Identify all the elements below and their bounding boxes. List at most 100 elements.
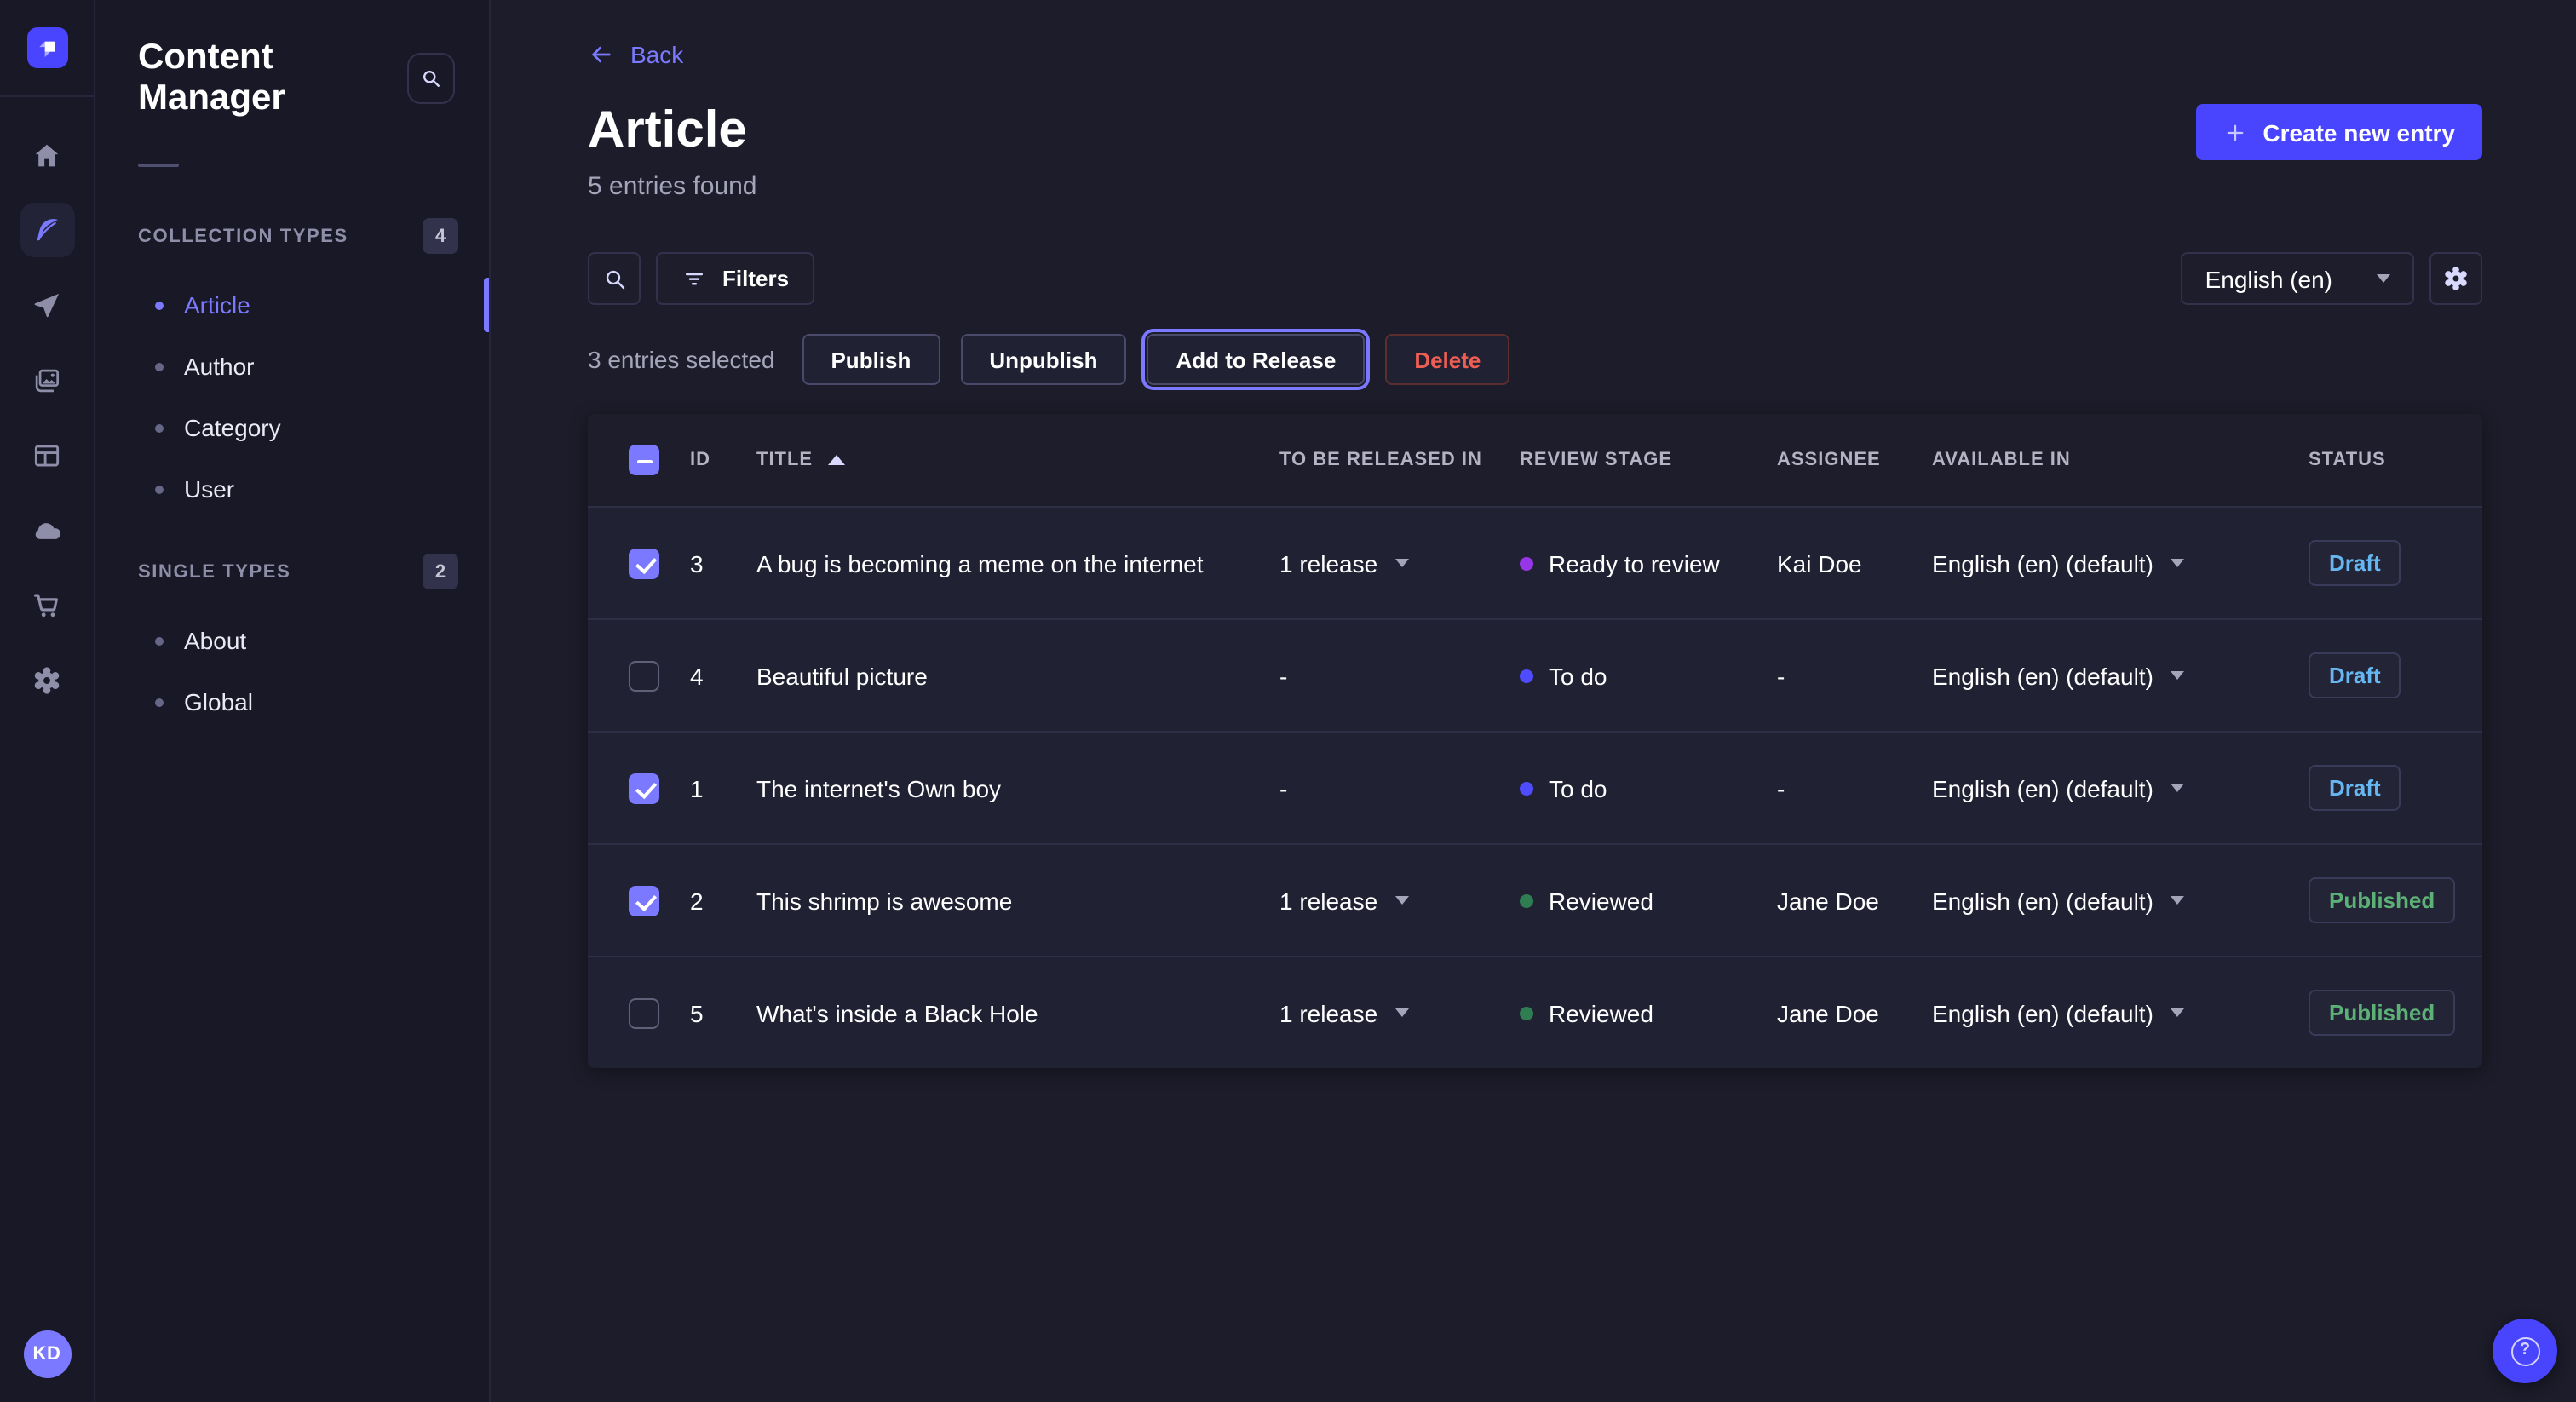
column-header-locale: AVAILABLE IN — [1932, 450, 2309, 470]
delete-button[interactable]: Delete — [1385, 334, 1509, 385]
unpublish-button[interactable]: Unpublish — [960, 334, 1126, 385]
feather-icon — [31, 214, 63, 246]
sidebar-item-label: User — [184, 475, 234, 503]
cell-title: Beautiful picture — [756, 662, 1279, 689]
create-entry-button[interactable]: Create new entry — [2196, 104, 2482, 160]
help-button[interactable]: ? — [2493, 1319, 2557, 1383]
rail-settings-button[interactable] — [20, 652, 74, 707]
chevron-down-icon — [1394, 559, 1408, 567]
cell-status: Draft — [2309, 765, 2482, 811]
row-checkbox[interactable] — [629, 997, 659, 1028]
sidebar-item-article[interactable]: Article — [95, 274, 489, 336]
sidebar-item-user[interactable]: User — [95, 458, 489, 520]
column-header-stage: REVIEW STAGE — [1520, 450, 1777, 470]
bullet-icon — [155, 301, 164, 309]
sidebar-section-label: SINGLE TYPES — [138, 561, 290, 582]
status-badge: Published — [2309, 877, 2455, 923]
strapi-logo[interactable] — [26, 27, 67, 68]
table-row[interactable]: 2This shrimp is awesome1 releaseReviewed… — [588, 843, 2482, 956]
chevron-down-icon — [2377, 274, 2390, 283]
sidebar-item-label: About — [184, 627, 246, 654]
sidebar-item-label: Category — [184, 414, 281, 441]
table-row[interactable]: 1The internet's Own boy-To do-English (e… — [588, 731, 2482, 843]
stage-dot-icon — [1520, 556, 1533, 570]
settings-button[interactable] — [2429, 252, 2482, 305]
content-manager-sidebar: Content Manager COLLECTION TYPES4Article… — [95, 0, 491, 1402]
rail-releases-button[interactable] — [20, 278, 74, 332]
locale-dropdown[interactable]: English (en) (default) — [1932, 887, 2309, 914]
stage-dot-icon — [1520, 1006, 1533, 1020]
sidebar-item-about[interactable]: About — [95, 610, 489, 671]
stage-dot-icon — [1520, 893, 1533, 907]
status-badge: Draft — [2309, 765, 2401, 811]
chevron-down-icon — [2171, 671, 2184, 680]
rail-media-library-button[interactable] — [20, 353, 74, 407]
release-dropdown[interactable]: 1 release — [1279, 549, 1520, 577]
cell-assignee: - — [1777, 774, 1932, 802]
sort-asc-icon — [828, 455, 845, 465]
send-icon — [31, 289, 63, 321]
bullet-icon — [155, 698, 164, 706]
cell-assignee: - — [1777, 662, 1932, 689]
cell-status: Draft — [2309, 540, 2482, 586]
row-checkbox[interactable] — [629, 773, 659, 803]
sidebar-item-label: Author — [184, 353, 255, 380]
bullet-icon — [155, 362, 164, 371]
entries-table: IDTITLETO BE RELEASED INREVIEW STAGEASSI… — [588, 414, 2482, 1068]
sidebar-section: SINGLE TYPES2AboutGlobal — [95, 543, 489, 733]
publish-button[interactable]: Publish — [802, 334, 940, 385]
status-badge: Published — [2309, 990, 2455, 1036]
status-badge: Draft — [2309, 652, 2401, 698]
rail-marketplace-button[interactable] — [20, 577, 74, 632]
row-checkbox[interactable] — [629, 660, 659, 691]
layout-icon — [31, 439, 63, 471]
locale-dropdown[interactable]: English (en) (default) — [1932, 999, 2309, 1026]
column-header-id[interactable]: ID — [690, 450, 756, 470]
cell-review-stage: To do — [1520, 662, 1777, 689]
rail-content-manager-button[interactable] — [20, 203, 74, 257]
locale-dropdown[interactable]: English (en) (default) — [1932, 549, 2309, 577]
rail-deploy-button[interactable] — [20, 503, 74, 557]
cell-review-stage: To do — [1520, 774, 1777, 802]
chevron-down-icon — [2171, 896, 2184, 905]
question-icon: ? — [2510, 1336, 2539, 1365]
locale-dropdown[interactable]: English (en) (default) — [1932, 662, 2309, 689]
sidebar-item-global[interactable]: Global — [95, 671, 489, 733]
plus-icon — [2223, 120, 2247, 144]
bullet-icon — [155, 423, 164, 432]
cell-id: 4 — [690, 662, 756, 689]
column-header-release: TO BE RELEASED IN — [1279, 450, 1520, 470]
rail-home-button[interactable] — [20, 128, 74, 182]
release-dropdown[interactable]: 1 release — [1279, 887, 1520, 914]
sidebar-section-label: COLLECTION TYPES — [138, 226, 348, 246]
row-checkbox[interactable] — [629, 548, 659, 578]
table-row[interactable]: 4Beautiful picture-To do-English (en) (d… — [588, 618, 2482, 731]
chevron-down-icon — [2171, 784, 2184, 792]
sidebar-section: COLLECTION TYPES 4 Article Author Category Us… — [95, 208, 489, 520]
cell-title: This shrimp is awesome — [756, 887, 1279, 914]
sidebar-search-button[interactable] — [407, 53, 455, 104]
sidebar-item-author[interactable]: Author — [95, 336, 489, 397]
table-row[interactable]: 5What's inside a Black Hole1 releaseRevi… — [588, 956, 2482, 1068]
row-checkbox[interactable] — [629, 885, 659, 916]
arrow-left-icon — [588, 41, 615, 68]
section-count-badge: 4 — [423, 218, 458, 254]
rail-content-type-builder-button[interactable] — [20, 428, 74, 482]
locale-dropdown[interactable]: English (en) (default) — [1932, 774, 2309, 802]
table-row[interactable]: 3A bug is becoming a meme on the interne… — [588, 506, 2482, 618]
column-header-title[interactable]: TITLE — [756, 450, 1279, 470]
search-button[interactable] — [588, 252, 641, 305]
back-link[interactable]: Back — [588, 41, 683, 68]
stage-dot-icon — [1520, 669, 1533, 682]
cell-id: 3 — [690, 549, 756, 577]
column-header-status: STATUS — [2309, 450, 2482, 470]
sidebar-item-label: Global — [184, 688, 253, 715]
sidebar-item-category[interactable]: Category — [95, 397, 489, 458]
cell-assignee: Jane Doe — [1777, 999, 1932, 1026]
user-avatar[interactable]: KD — [23, 1330, 71, 1378]
locale-select[interactable]: English (en) — [2182, 252, 2414, 305]
release-dropdown[interactable]: 1 release — [1279, 999, 1520, 1026]
select-all-checkbox[interactable] — [629, 445, 659, 475]
filters-button[interactable]: Filters — [656, 252, 814, 305]
add-to-release-button[interactable]: Add to Release — [1147, 334, 1365, 385]
